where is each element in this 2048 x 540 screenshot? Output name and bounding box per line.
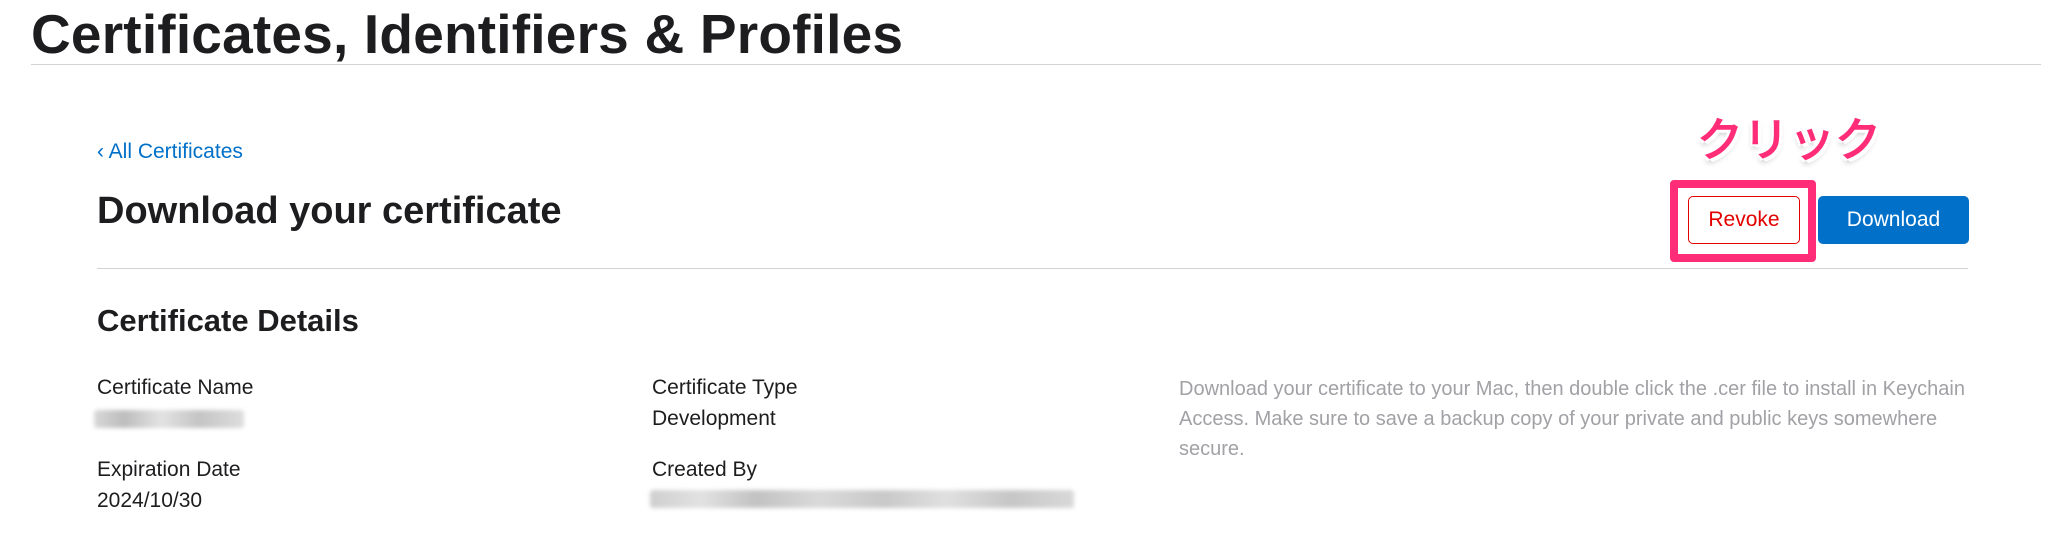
header-divider [97, 268, 1968, 269]
certificate-name-label: Certificate Name [97, 376, 254, 399]
certificate-type-value: Development [652, 407, 776, 430]
expiration-date-value: 2024/10/30 [97, 489, 203, 512]
expiration-date-label: Expiration Date [97, 458, 241, 481]
certificate-name-value-redacted [94, 410, 244, 428]
certificate-details-heading: Certificate Details [97, 303, 359, 338]
certificate-type-label: Certificate Type [652, 376, 798, 399]
revoke-button[interactable]: Revoke [1688, 196, 1800, 244]
page-title: Certificates, Identifiers & Profiles [31, 3, 904, 65]
download-instructions: Download your certificate to your Mac, t… [1179, 378, 1965, 460]
section-title: Download your certificate [97, 190, 562, 232]
title-divider [31, 64, 2041, 65]
download-button[interactable]: Download [1818, 196, 1969, 244]
click-annotation: クリック [1697, 113, 1881, 167]
all-certificates-link[interactable]: ‹ All Certificates [97, 140, 243, 164]
created-by-value-redacted [650, 490, 1074, 508]
created-by-label: Created By [652, 458, 758, 481]
